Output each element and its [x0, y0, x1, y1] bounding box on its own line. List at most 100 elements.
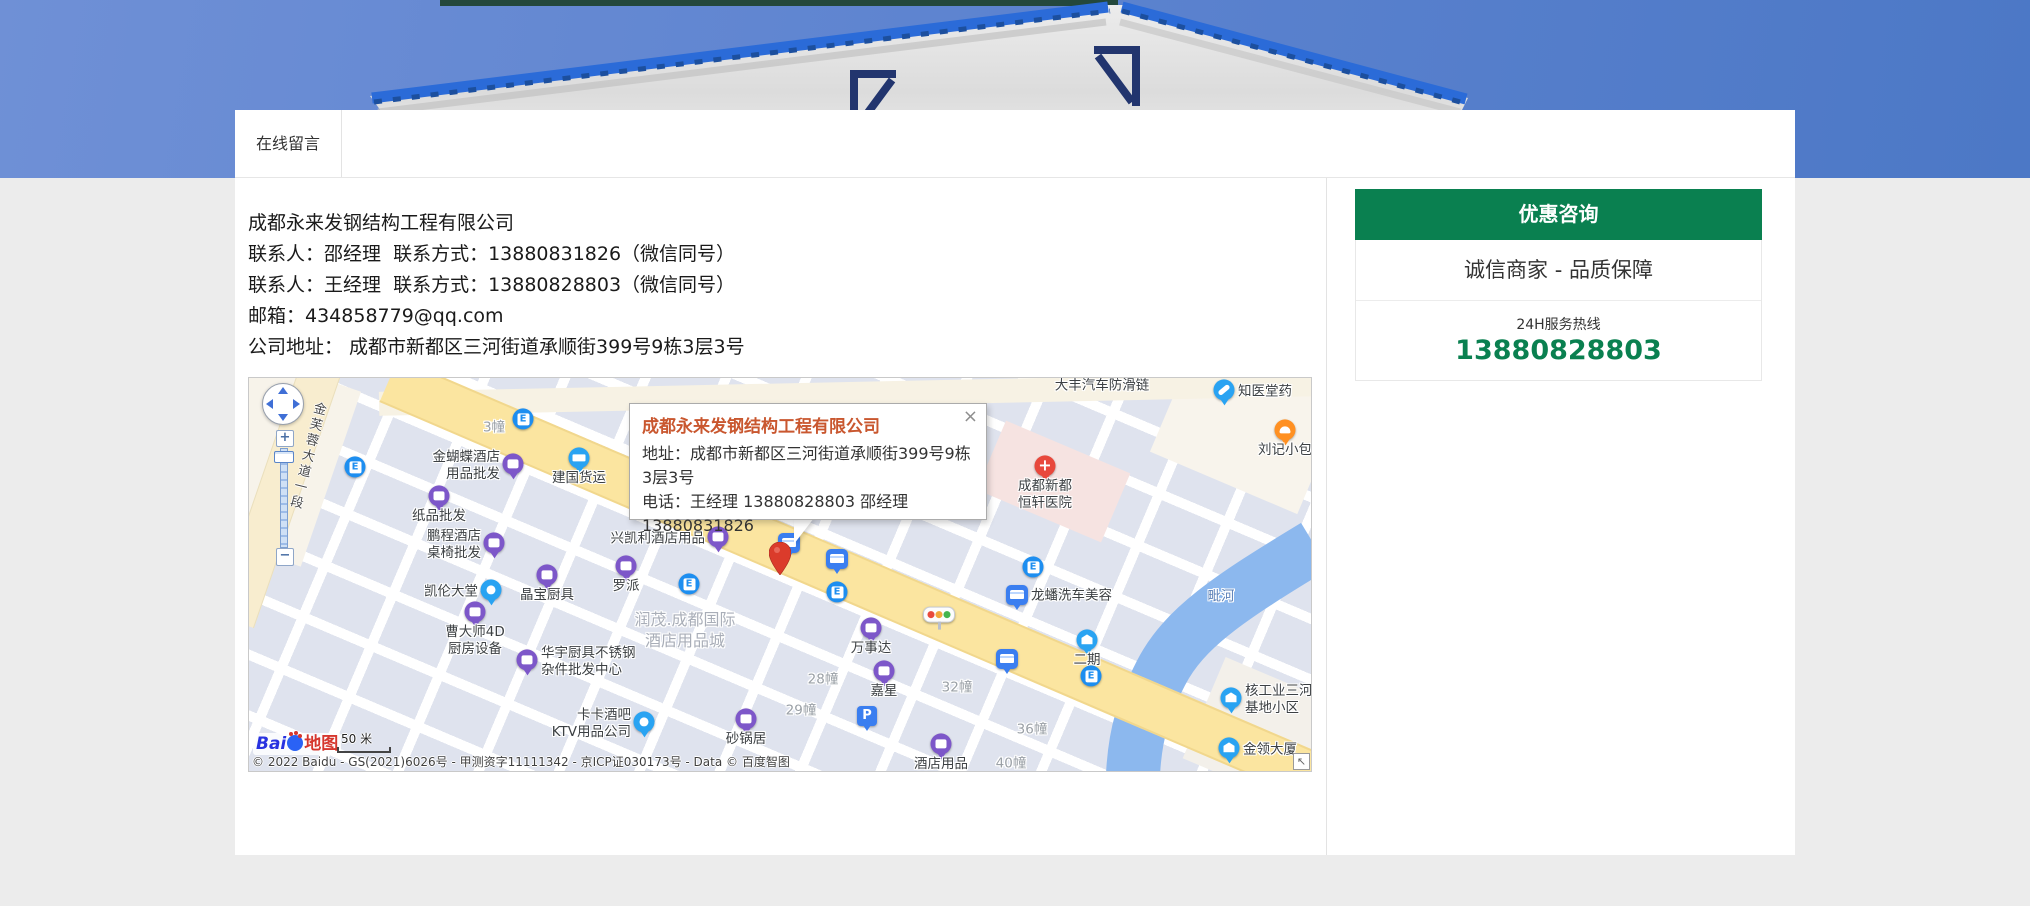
baidu-logo[interactable]: Bai 地图 [253, 733, 341, 755]
map-poi-label: 刘记小包 [1258, 442, 1312, 459]
zoom-out-button[interactable]: − [276, 548, 294, 566]
map-poi-label: 酒店用品 [914, 756, 968, 772]
map-poi-label: 晶宝厨具 [520, 587, 574, 604]
map-poi-label: 纸品批发 [412, 508, 466, 525]
contact-line-wang: 联系人：王经理 联系方式：13880828803（微信同号） [248, 270, 1326, 301]
map-poi-label: 知医堂药 [1238, 384, 1292, 401]
map-poi-label: 万事达 [851, 640, 892, 657]
map-poi-label: 建国货运 [552, 470, 606, 487]
content-panel: 成都永来发钢结构工程有限公司 联系人：邵经理 联系方式：13880831826（… [235, 178, 1795, 855]
dot-icon [481, 579, 502, 600]
map-poi-label: 32幢 [942, 680, 973, 697]
hotline-number: 13880828803 [1356, 334, 1761, 368]
map-poi-label: 36幢 [1017, 722, 1048, 739]
main-column: 成都永来发钢结构工程有限公司 联系人：邵经理 联系方式：13880831826（… [235, 178, 1327, 855]
infowindow-phone: 电话：王经理 13880828803 邵经理 13880831826 [642, 490, 972, 538]
hotline-section: 24H服务热线 13880828803 [1356, 301, 1761, 380]
map-poi-label: 华宇厨具不锈钢杂件批发中心 [541, 645, 636, 679]
purple-icon [616, 555, 637, 576]
map-poi-label: 凯伦大堂 [424, 584, 478, 601]
zoom-slider-track[interactable] [280, 448, 288, 548]
purple-icon [931, 733, 952, 754]
bus-icon [826, 549, 848, 569]
carwash-icon [1006, 585, 1028, 605]
truck-icon [569, 447, 590, 468]
tab-online-message[interactable]: 在线留言 [235, 110, 342, 177]
baidu-logo-text: Bai [256, 734, 286, 754]
map-poi-label: 金领大厦 [1243, 742, 1297, 759]
map-poi-label: 罗派 [613, 578, 640, 595]
map-poi-label: 40幢 [996, 756, 1027, 773]
bus-icon [996, 649, 1018, 669]
promo-box: 优惠咨询 诚信商家 - 品质保障 24H服务热线 13880828803 [1355, 189, 1762, 381]
promo-header: 优惠咨询 [1355, 189, 1762, 240]
close-icon[interactable]: × [963, 408, 978, 426]
pan-up-icon[interactable] [278, 387, 288, 394]
pan-left-icon[interactable] [266, 399, 273, 409]
purple-icon [736, 708, 757, 729]
purple-icon [484, 532, 505, 553]
parking-icon [857, 706, 877, 726]
baidu-map[interactable]: 金芙蓉大道一段 大丰汽车防滑链知医堂药刘记小包成都新都恒轩医院龙蟠洗车美容二期核… [248, 377, 1312, 772]
map-poi-label: 砂锅居 [726, 731, 767, 748]
infowindow-address: 地址：成都市新都区三河街道承顺街399号9栋3层3号 [642, 442, 972, 490]
map-poi-label: 成都新都恒轩医院 [1018, 478, 1072, 512]
map-poi-label: 鹏程酒店桌椅批发 [427, 528, 481, 562]
tab-bar: 在线留言 [235, 110, 1795, 178]
promo-slogan: 诚信商家 - 品质保障 [1356, 240, 1761, 301]
company-name: 成都永来发钢结构工程有限公司 [248, 208, 1326, 239]
map-attribution: © 2022 Baidu - GS(2021)6026号 - 甲测资字11111… [252, 753, 790, 770]
contact-address: 公司地址： 成都市新都区三河街道承顺街399号9栋3层3号 [248, 332, 1326, 363]
purple-icon [465, 601, 486, 622]
baidu-paw-icon [287, 735, 303, 751]
map-marker[interactable] [769, 542, 791, 575]
map-poi-label: 润茂.成都国际酒店用品城 [634, 609, 735, 651]
traffic-icon [923, 607, 955, 623]
map-poi-label: 29幢 [786, 703, 817, 720]
map-scale-text: 50 米 [341, 730, 372, 747]
exit-icon [513, 408, 534, 429]
exit-icon [679, 573, 700, 594]
zoom-slider-handle[interactable] [274, 451, 294, 463]
map-poi-label: 大丰汽车防滑链 [1055, 378, 1150, 395]
contact-email: 邮箱：434858779@qq.com [248, 301, 1326, 332]
purple-icon [537, 564, 558, 585]
purple-icon [503, 453, 524, 474]
map-resize-handle[interactable]: ↖ [1293, 753, 1310, 770]
pan-right-icon[interactable] [293, 399, 300, 409]
sidebar-column: 优惠咨询 诚信商家 - 品质保障 24H服务热线 13880828803 [1327, 178, 1794, 855]
map-poi-label: 28幢 [808, 672, 839, 689]
zoom-in-button[interactable]: + [276, 430, 294, 447]
exit-icon [1023, 556, 1044, 577]
purple-icon [874, 660, 895, 681]
map-infowindow: × 成都永来发钢结构工程有限公司 地址：成都市新都区三河街道承顺街399号9栋3… [629, 403, 987, 520]
contact-line-shao: 联系人：邵经理 联系方式：13880831826（微信同号） [248, 239, 1326, 270]
map-poi-label: 龙蟠洗车美容 [1031, 588, 1112, 605]
food-icon [1275, 419, 1296, 440]
map-poi-label: 3幢 [483, 420, 505, 437]
pill-icon [1214, 379, 1235, 400]
map-poi-label: 核工业三河基地小区 [1245, 683, 1312, 717]
map-poi-label: 金蝴蝶酒店用品批发 [433, 449, 501, 483]
baidu-map-text: 地图 [304, 734, 338, 754]
map-poi-label: 嘉星 [871, 683, 898, 700]
hotline-label: 24H服务热线 [1356, 314, 1761, 334]
dot-icon [634, 711, 655, 732]
building-icon [1221, 687, 1242, 708]
info-icon [1219, 737, 1240, 758]
hospital-icon [1035, 455, 1056, 476]
header-banner: 在线留言 [0, 0, 2030, 178]
purple-icon [861, 617, 882, 638]
exit-icon [345, 456, 366, 477]
pan-down-icon[interactable] [278, 414, 288, 421]
exit-icon [827, 581, 848, 602]
purple-icon [429, 485, 450, 506]
building-icon [1077, 629, 1098, 650]
map-poi-label: 毗河 [1208, 589, 1235, 606]
purple-icon [517, 649, 538, 670]
map-poi-label: 曹大师4D厨房设备 [445, 624, 504, 658]
map-pan-control[interactable] [262, 383, 304, 425]
infowindow-title: 成都永来发钢结构工程有限公司 [642, 416, 972, 438]
map-poi-label: 卡卡酒吧KTV用品公司 [552, 707, 631, 741]
exit-icon [1081, 665, 1102, 686]
